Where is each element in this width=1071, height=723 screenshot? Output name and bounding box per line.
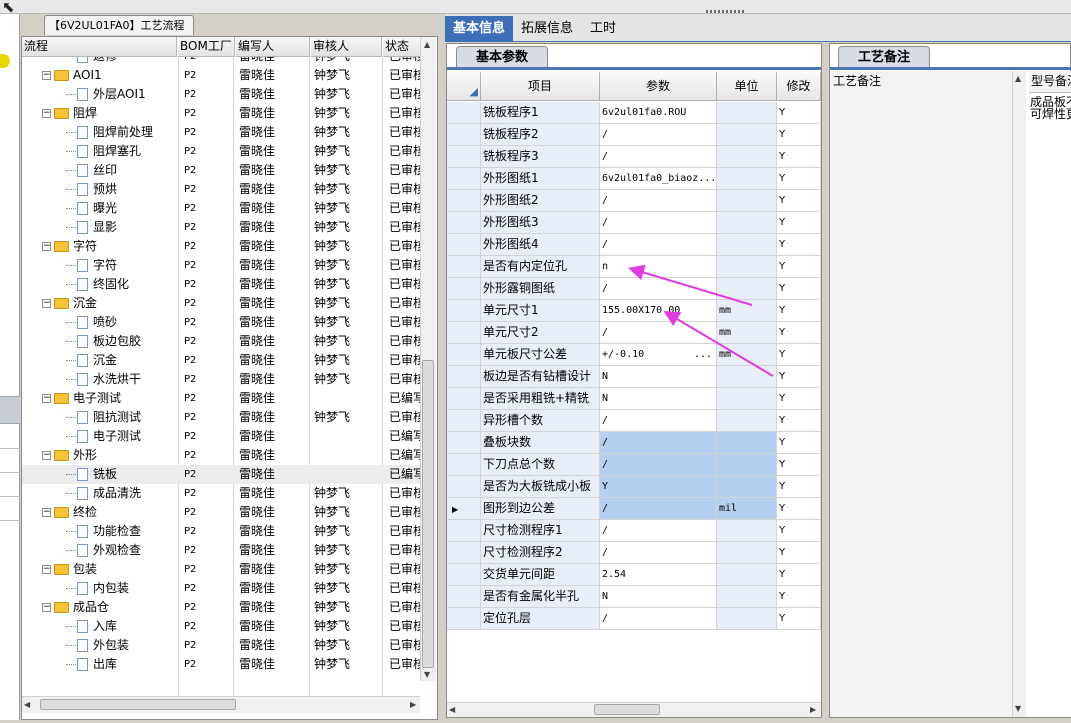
annotation-overlay — [628, 264, 774, 377]
annotation-arrow — [663, 310, 774, 377]
annotation-arrow — [628, 264, 753, 306]
